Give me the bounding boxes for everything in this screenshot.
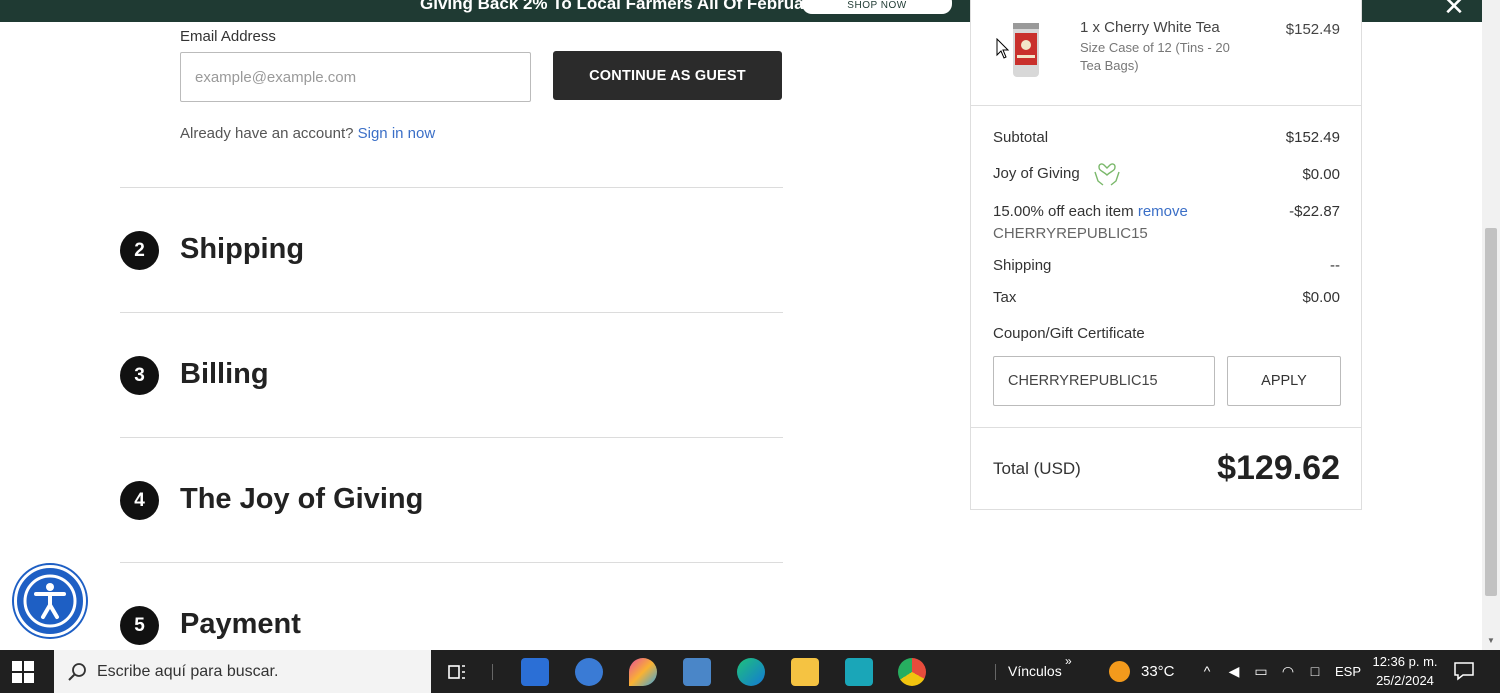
taskbar-search-text: Escribe aquí para buscar.: [97, 663, 279, 680]
email-label: Email Address: [180, 28, 276, 45]
accessibility-button[interactable]: [14, 565, 86, 637]
subtotal-label: Subtotal: [993, 129, 1049, 146]
taskbar-separator: [492, 664, 493, 680]
chrome-icon[interactable]: [898, 658, 926, 686]
step-number: 5: [120, 606, 159, 645]
product-name: 1 x Cherry White Tea: [1080, 19, 1220, 36]
remove-discount-link[interactable]: remove: [1138, 203, 1188, 220]
shipping-value: --: [1330, 257, 1340, 274]
coupon-input[interactable]: [993, 356, 1215, 406]
windows-start-icon[interactable]: [12, 661, 34, 683]
discount-code: CHERRYREPUBLIC15: [993, 225, 1148, 242]
calculator-icon[interactable]: [683, 658, 711, 686]
taskbar-separator: [995, 664, 996, 680]
sign-in-link[interactable]: Sign in now: [358, 125, 436, 142]
total-label: Total (USD): [993, 459, 1081, 478]
meet-now-icon[interactable]: □: [1306, 663, 1324, 681]
apply-coupon-button[interactable]: APPLY: [1227, 356, 1341, 406]
section-divider: [120, 562, 783, 563]
section-divider: [120, 187, 783, 188]
accessibility-icon: [23, 574, 77, 628]
media-app-icon[interactable]: [845, 658, 873, 686]
product-description: Size Case of 12 (Tins - 20 Tea Bags): [1080, 40, 1230, 73]
wifi-icon[interactable]: ◠: [1279, 663, 1297, 681]
joy-of-giving-value: $0.00: [1302, 166, 1340, 183]
input-language[interactable]: ESP: [1335, 664, 1361, 679]
store-icon[interactable]: [521, 658, 549, 686]
step-title: Billing: [180, 358, 269, 390]
mouse-cursor-icon: [996, 38, 1010, 59]
step-title: The Joy of Giving: [180, 483, 424, 515]
taskbar-search[interactable]: Escribe aquí para buscar.: [54, 650, 431, 693]
subtotal-value: $152.49: [1285, 129, 1340, 146]
clock-date[interactable]: 25/2/2024: [1372, 673, 1438, 688]
email-input[interactable]: [180, 52, 531, 102]
heart-hands-icon: [1094, 163, 1120, 186]
coupon-label: Coupon/Gift Certificate: [993, 325, 1145, 342]
links-expand-icon[interactable]: »: [1065, 654, 1072, 668]
battery-icon[interactable]: ▭: [1252, 663, 1270, 681]
joy-of-giving-label: Joy of Giving: [993, 165, 1080, 182]
discount-value: -$22.87: [1289, 203, 1340, 220]
step-title: Payment: [180, 608, 301, 640]
discount-row: 15.00% off each item remove: [993, 203, 1188, 220]
tray-expand-icon[interactable]: ^: [1198, 663, 1216, 681]
scroll-thumb[interactable]: [1485, 228, 1497, 596]
section-divider: [120, 437, 783, 438]
taskbar: Escribe aquí para buscar. Vínculos » 33°…: [0, 650, 1500, 693]
account-prompt-text: Already have an account?: [180, 125, 354, 142]
continue-as-guest-button[interactable]: CONTINUE AS GUEST: [553, 51, 782, 100]
total-value: $129.62: [1217, 449, 1340, 487]
notifications-icon[interactable]: [1453, 661, 1475, 681]
clock-time[interactable]: 12:36 p. m.: [1372, 654, 1438, 669]
order-summary: 1 x Cherry White Tea Size Case of 12 (Ti…: [970, 0, 1362, 510]
task-view-icon[interactable]: [443, 658, 471, 686]
shipping-label: Shipping: [993, 257, 1052, 274]
settings-app-icon[interactable]: [575, 658, 603, 686]
product-image: [1013, 23, 1039, 77]
close-banner-icon[interactable]: ✕: [1434, 0, 1474, 22]
volume-icon[interactable]: ◀: [1225, 663, 1243, 681]
summary-divider: [971, 427, 1361, 428]
step-number: 4: [120, 481, 159, 520]
discount-label: 15.00% off each item: [993, 203, 1134, 220]
product-price: $152.49: [1285, 21, 1340, 38]
scroll-down-icon[interactable]: ▼: [1487, 636, 1495, 645]
section-divider: [120, 312, 783, 313]
account-prompt: Already have an account? Sign in now: [180, 125, 435, 142]
step-number: 2: [120, 231, 159, 270]
step-number: 3: [120, 356, 159, 395]
tax-value: $0.00: [1302, 289, 1340, 306]
search-icon: [68, 663, 86, 681]
paint-icon[interactable]: [629, 658, 657, 686]
weather-temperature[interactable]: 33°C: [1141, 663, 1175, 680]
summary-divider: [971, 105, 1361, 106]
tax-label: Tax: [993, 289, 1017, 306]
file-explorer-icon[interactable]: [791, 658, 819, 686]
page-scrollbar[interactable]: ▼: [1482, 0, 1500, 650]
shop-now-button[interactable]: SHOP NOW: [802, 0, 952, 14]
step-title: Shipping: [180, 233, 305, 265]
edge-icon[interactable]: [737, 658, 765, 686]
links-toolbar-label[interactable]: Vínculos: [1008, 663, 1062, 679]
weather-icon[interactable]: [1109, 661, 1130, 682]
promo-text: Giving Back 2% To Local Farmers All Of F…: [420, 0, 820, 13]
